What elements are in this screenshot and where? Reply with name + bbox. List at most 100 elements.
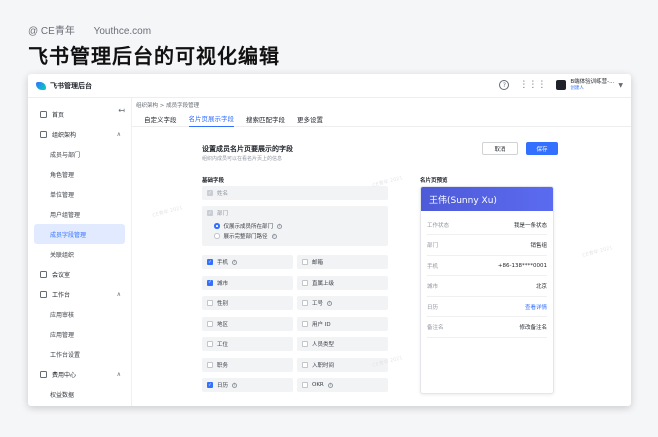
sidebar-item[interactable]: 应用管理 (28, 324, 131, 344)
field-option[interactable]: 邮箱 (297, 255, 388, 269)
sidebar-item[interactable]: 工作台设置 (28, 344, 131, 364)
sidebar-item[interactable]: 单位管理 (28, 184, 131, 204)
sidebar-item[interactable]: 费用中心 ∧ (28, 364, 131, 384)
chevron-up-icon[interactable]: ∧ (117, 131, 121, 138)
base-fields-title: 基础字段 (202, 178, 225, 184)
sidebar-item[interactable]: 会议室 (28, 264, 131, 284)
checkbox[interactable] (207, 361, 213, 368)
radio-dept-only[interactable] (214, 223, 220, 229)
caret-down-icon: ▼ (618, 81, 623, 89)
checkbox[interactable] (302, 320, 308, 327)
org-role: 创建人 (570, 86, 584, 92)
checkbox[interactable] (302, 341, 308, 347)
checkbox[interactable] (207, 320, 213, 327)
field-option[interactable]: 地区 (202, 316, 293, 331)
field-option[interactable]: ✓ 日历 i (202, 378, 293, 392)
card-row: 部门 销售组 (427, 236, 547, 256)
tab[interactable]: 名片页展示字段 (188, 111, 234, 127)
sidebar-item[interactable]: 成员与部门 (28, 144, 131, 164)
card-row: 日历 查看详情 (427, 297, 547, 317)
card-row: 城市 北京 (427, 277, 547, 297)
field-label: 直属上级 (312, 280, 335, 287)
info-icon[interactable]: i (327, 382, 333, 388)
tab[interactable]: 搜索匹配字段 (246, 111, 285, 127)
credit-line: @ CE青年 Youthce.com (28, 22, 167, 37)
field-name: ✓ 姓名 (202, 186, 388, 200)
radio-full-path[interactable] (214, 233, 220, 239)
info-icon[interactable]: i (277, 223, 283, 229)
app-window: 飞书管理后台 ? ⋮⋮⋮ B端体验训练营-... 创建人 ▼ ↤ 首页 组织架构 ∧… (28, 74, 631, 406)
card-row-value: 销售组 (530, 243, 547, 249)
org-switcher[interactable]: B端体验训练营-... 创建人 ▼ (556, 79, 623, 92)
field-option[interactable]: ✓ 手机 i (202, 255, 293, 269)
sidebar-item-label: 首页 (52, 111, 65, 119)
sidebar-item[interactable]: 权益数据 (28, 384, 131, 404)
cancel-button[interactable]: 取消 (482, 142, 518, 155)
field-option[interactable]: ✓ 城市 (202, 275, 293, 290)
card-row-value: 修改备注名 (519, 325, 547, 331)
info-icon[interactable]: i (232, 259, 238, 265)
sidebar-item[interactable]: 角色管理 (28, 164, 131, 184)
profile-card-preview: 王伟(Sunny Xu) 工作状态 我是一条状态 部门 销售组 手机 +86-138***… (420, 186, 554, 394)
tab[interactable]: 更多设置 (297, 111, 323, 127)
save-button[interactable]: 保存 (526, 142, 558, 155)
chevron-up-icon[interactable]: ∧ (117, 291, 121, 298)
info-icon[interactable]: i (327, 300, 333, 306)
checkbox[interactable] (302, 382, 308, 388)
meeting-room-icon (40, 270, 47, 278)
checkbox-checked[interactable]: ✓ (207, 279, 213, 286)
checkbox[interactable] (302, 300, 308, 306)
card-row-value: +86-138****0001 (497, 262, 547, 269)
sidebar-item[interactable]: 首页 (28, 104, 131, 124)
checkbox[interactable] (207, 300, 213, 306)
home-icon (40, 110, 47, 118)
tab-bar: 自定义字段 名片页展示字段 搜索匹配字段 更多设置 (132, 111, 631, 127)
sidebar-item[interactable]: 工作台 ∧ (28, 284, 131, 304)
chevron-up-icon[interactable]: ∧ (117, 371, 121, 378)
checkbox[interactable] (207, 341, 213, 347)
field-option[interactable]: 用户 ID (297, 316, 388, 331)
org-logo-icon (556, 80, 567, 91)
card-row-key: 城市 (427, 284, 439, 290)
sidebar-item-label: 工作台设置 (50, 351, 81, 359)
field-option[interactable]: 工位 (202, 337, 293, 351)
checkbox-checked[interactable]: ✓ (207, 382, 213, 388)
tab[interactable]: 自定义字段 (144, 111, 177, 127)
field-label: 入职时间 (312, 362, 335, 369)
sidebar-item[interactable]: 用户组管理 (28, 204, 131, 224)
radio-label: 展示完整部门路径 (223, 234, 268, 240)
card-name: 王伟(Sunny Xu) (421, 187, 553, 211)
checkbox[interactable] (302, 279, 308, 286)
section-subtitle: 组织内成员可以在看名片页上的信息 (202, 156, 283, 162)
info-icon[interactable]: i (271, 233, 277, 239)
field-option[interactable]: 职务 (202, 357, 293, 372)
sidebar-item-label: 关联组织 (50, 251, 75, 259)
app-logo[interactable]: 飞书管理后台 (36, 81, 92, 91)
sidebar-item-label: 费用中心 (52, 371, 77, 379)
card-row: 备注名 修改备注名 (427, 318, 547, 338)
info-icon[interactable]: i (232, 382, 238, 388)
sidebar-item[interactable]: 组织架构 ∧ (28, 124, 131, 144)
card-row-key: 日历 (427, 304, 439, 311)
field-label: 性别 (217, 301, 229, 307)
field-option[interactable]: 性别 (202, 296, 293, 310)
checkbox[interactable] (302, 361, 308, 368)
sidebar-item-label: 会议室 (52, 271, 71, 279)
sidebar-item[interactable]: 成员字段管理 (34, 224, 125, 244)
field-option[interactable]: 工号 i (297, 296, 388, 310)
field-dept: ✓ 部门 仅展示成员所在部门 i 展示完整部门路径 i (202, 206, 388, 246)
checkbox[interactable] (302, 259, 308, 265)
sidebar-item-label: 成员与部门 (50, 151, 81, 159)
checkbox-checked[interactable]: ✓ (207, 259, 213, 265)
apps-grid-icon[interactable]: ⋮⋮⋮ (519, 80, 546, 90)
sidebar-item[interactable]: 应用审核 (28, 304, 131, 324)
card-row-link[interactable]: 查看详情 (525, 303, 547, 311)
help-icon[interactable]: ? (499, 80, 510, 91)
field-label: 姓名 (217, 191, 229, 197)
field-option[interactable]: OKR i (297, 378, 388, 392)
radio-label: 仅展示成员所在部门 (223, 224, 274, 230)
sidebar-item[interactable]: 关联组织 (28, 244, 131, 264)
billing-icon (40, 370, 47, 378)
field-option[interactable]: 人员类型 (297, 337, 388, 351)
field-option[interactable]: 直属上级 (297, 275, 388, 290)
